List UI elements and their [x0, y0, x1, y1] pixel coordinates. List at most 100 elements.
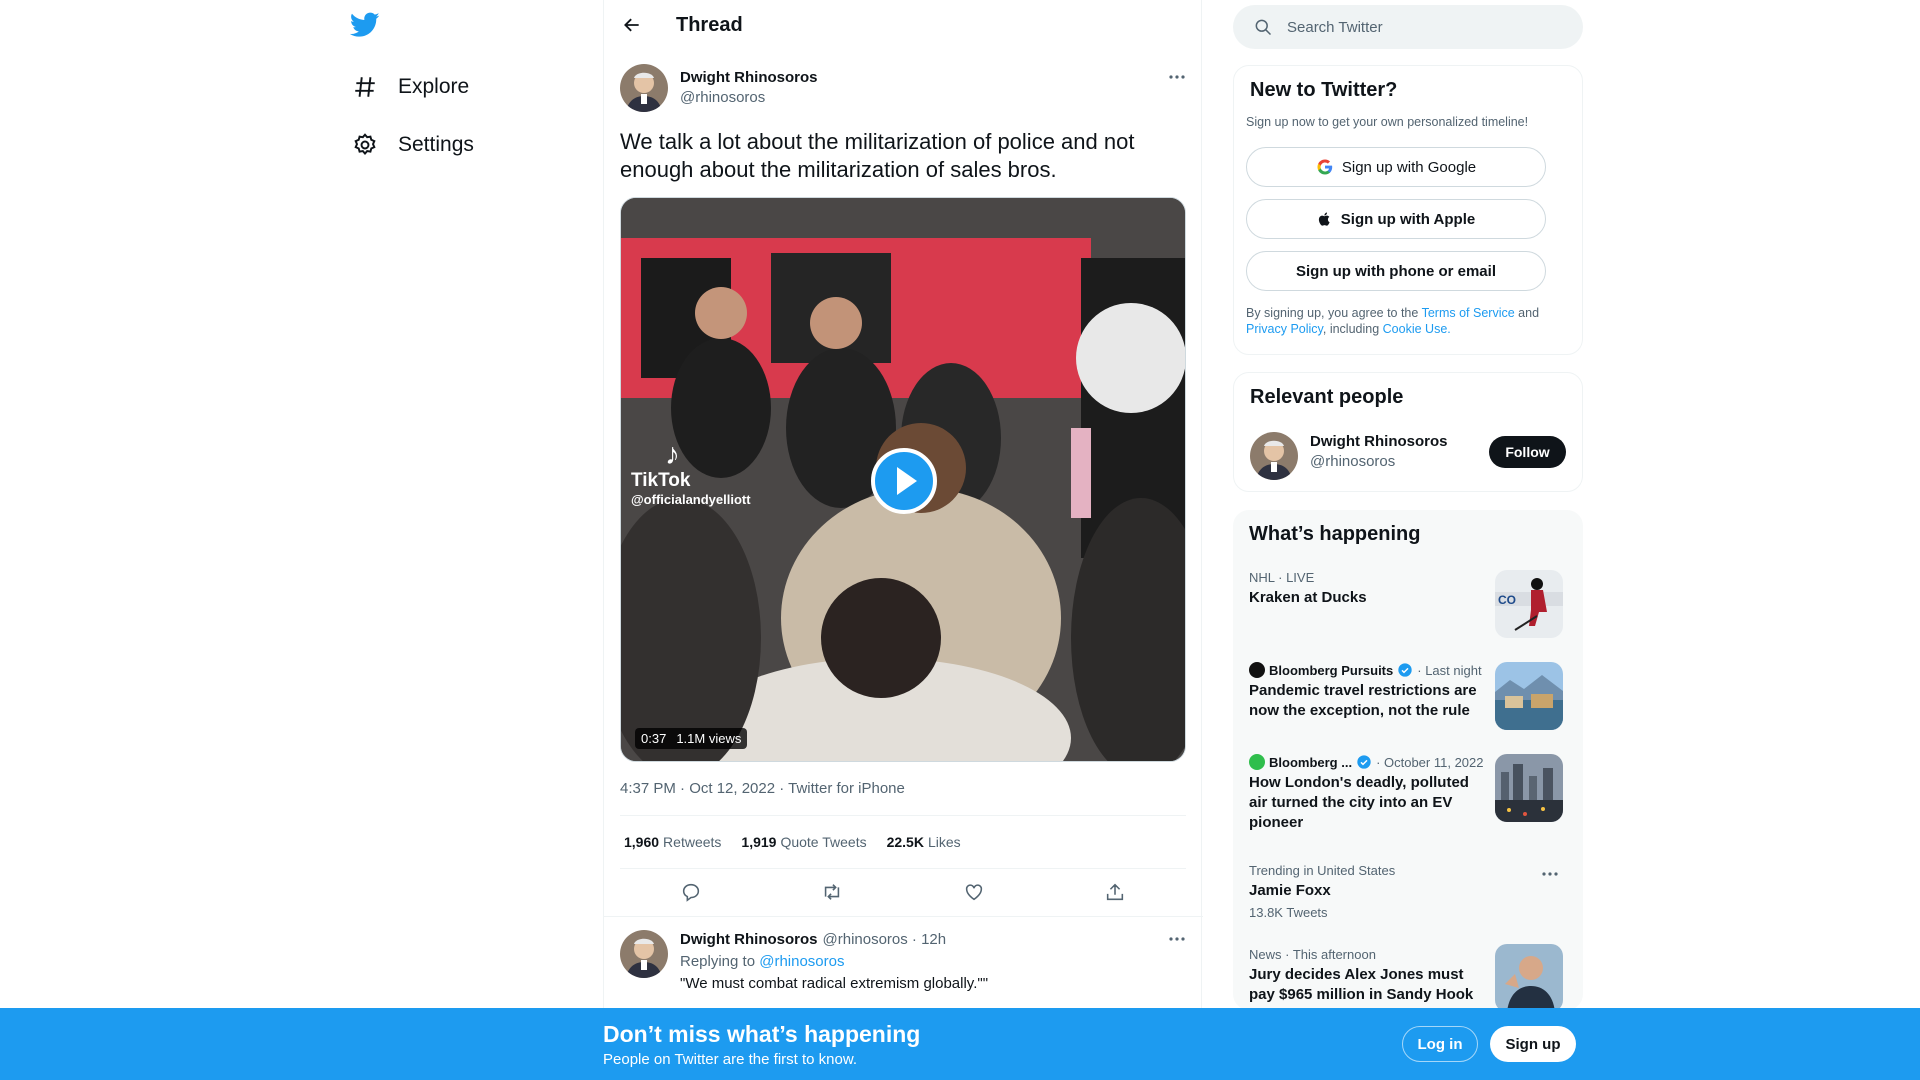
page-title: Thread: [676, 14, 743, 36]
reply-author-name[interactable]: Dwight Rhinosoros: [680, 931, 818, 948]
nav-explore[interactable]: Explore: [352, 67, 469, 107]
reply-handle-time[interactable]: @rhinosoros · 12h: [823, 931, 947, 948]
tiktok-watermark: ♪ TikTok @officialandyelliott: [631, 438, 751, 508]
signup-google-button[interactable]: Sign up with Google: [1246, 147, 1546, 187]
author-handle[interactable]: @rhinosoros: [680, 89, 765, 106]
login-button[interactable]: Log in: [1402, 1026, 1478, 1062]
new-to-twitter-subtitle: Sign up now to get your own personalized…: [1246, 115, 1529, 129]
tweet-text: We talk a lot about the militarization o…: [620, 129, 1135, 182]
divider: [604, 916, 1203, 917]
reply-more-options-icon[interactable]: [1166, 928, 1188, 950]
apple-icon: [1318, 212, 1330, 226]
divider: [620, 815, 1186, 816]
trend-time: · October 11, 2022: [1376, 754, 1484, 770]
whats-happening-title: What’s happening: [1249, 523, 1421, 545]
trend-more-options-icon[interactable]: [1539, 863, 1561, 885]
tiktok-note-icon: ♪: [665, 438, 680, 471]
retweets-stat[interactable]: 1,960 Retweets: [624, 834, 721, 850]
legal-text-1: By signing up, you agree to the: [1246, 306, 1419, 320]
quote-tweets-stat[interactable]: 1,919 Quote Tweets: [741, 834, 866, 850]
tiktok-label: TikTok: [631, 470, 691, 491]
verified-badge-icon: [1398, 663, 1412, 677]
whats-happening-card: What’s happening NHL · LIVE Kraken at Du…: [1233, 510, 1583, 1012]
play-icon: [897, 467, 917, 495]
search-icon: [1253, 17, 1273, 37]
trend-item[interactable]: Trending in United States Jamie Foxx 13.…: [1249, 863, 1569, 920]
signup-google-label: Sign up with Google: [1341, 158, 1477, 176]
bloomberg-green-icon: [1249, 754, 1265, 770]
reply-icon[interactable]: [680, 881, 702, 903]
svg-text:CO: CO: [1498, 593, 1516, 607]
share-icon[interactable]: [1104, 881, 1126, 903]
author-avatar[interactable]: [620, 64, 668, 112]
author-name[interactable]: Dwight Rhinosoros: [680, 69, 818, 86]
hashtag-icon: [352, 74, 378, 100]
video-info-badge: 0:37 1.1M views: [635, 728, 748, 749]
trend-title: Jamie Foxx: [1249, 882, 1331, 899]
trend-title: How London's deadly, polluted air turned…: [1249, 774, 1469, 831]
search-bar[interactable]: [1233, 5, 1583, 49]
replying-to: Replying to @rhinosoros: [680, 953, 844, 970]
back-arrow-icon[interactable]: [622, 15, 646, 39]
reply-header: Dwight Rhinosoros @rhinosoros · 12h: [680, 931, 946, 948]
bloomberg-pursuits-icon: [1249, 662, 1265, 678]
relevant-people-card: Relevant people Dwight Rhinosoros @rhino…: [1233, 372, 1583, 492]
play-button[interactable]: [871, 448, 937, 514]
signup-banner: Don’t miss what’s happening People on Tw…: [0, 1008, 1920, 1080]
trend-count: 13.8K Tweets: [1249, 905, 1328, 920]
signup-apple-label: Sign up with Apple: [1340, 210, 1476, 228]
trend-source: Bloomberg ...: [1269, 754, 1353, 770]
banner-subtitle: People on Twitter are the first to know.: [603, 1051, 858, 1068]
video-duration: 0:37: [641, 731, 667, 746]
gear-icon: [352, 132, 378, 158]
terms-link[interactable]: Terms of Service: [1422, 306, 1515, 320]
trend-time: · Last night: [1417, 662, 1482, 678]
relevant-person-handle[interactable]: @rhinosoros: [1310, 453, 1395, 470]
trend-thumbnail: CO: [1495, 570, 1563, 638]
new-to-twitter-title: New to Twitter?: [1250, 79, 1398, 101]
follow-button[interactable]: Follow: [1489, 436, 1566, 468]
signup-button[interactable]: Sign up: [1490, 1026, 1576, 1062]
verified-badge-icon: [1357, 755, 1371, 769]
nav-settings-label: Settings: [398, 133, 474, 156]
twitter-logo-icon[interactable]: [350, 12, 384, 44]
thread-column: Thread Dwight Rhinosoros @rhinosoros We …: [603, 0, 1203, 1080]
legal-text-3: , including: [1322, 322, 1380, 336]
trend-thumbnail: [1495, 754, 1563, 822]
reply-text: "We must combat radical extremism global…: [680, 975, 989, 992]
signup-apple-button[interactable]: Sign up with Apple: [1246, 199, 1546, 239]
nav-explore-label: Explore: [398, 75, 470, 98]
relevant-person-name[interactable]: Dwight Rhinosoros: [1310, 433, 1448, 450]
tweet-video[interactable]: ♪ TikTok @officialandyelliott 0:37 1.1M …: [620, 197, 1186, 762]
like-icon[interactable]: [963, 881, 985, 903]
privacy-link[interactable]: Privacy Policy: [1246, 322, 1323, 336]
tiktok-user: @officialandyelliott: [631, 492, 751, 507]
legal-text-2: and: [1518, 306, 1540, 320]
retweet-icon[interactable]: [821, 881, 843, 903]
trend-title: Pandemic travel restrictions are now the…: [1249, 682, 1477, 719]
more-options-icon[interactable]: [1166, 66, 1188, 88]
trend-title: Jury decides Alex Jones must pay $965 mi…: [1249, 966, 1474, 1003]
likes-stat[interactable]: 22.5K Likes: [887, 834, 961, 850]
tweet-timestamp[interactable]: 4:37 PM · Oct 12, 2022 · Twitter for iPh…: [620, 780, 905, 797]
trend-source: Bloomberg Pursuits: [1269, 662, 1394, 678]
divider: [620, 868, 1186, 869]
nav-settings[interactable]: Settings: [352, 125, 474, 165]
video-views: 1.1M views: [676, 731, 742, 746]
trend-category: Trending in United States: [1249, 863, 1396, 878]
google-icon: [1317, 159, 1333, 175]
tweet-stats: 1,960 Retweets 1,919 Quote Tweets 22.5K Lik…: [624, 834, 961, 850]
relevant-person-avatar[interactable]: [1250, 432, 1298, 480]
new-to-twitter-card: New to Twitter? Sign up now to get your …: [1233, 65, 1583, 355]
replying-to-link[interactable]: @rhinosoros: [759, 953, 844, 970]
trend-thumbnail: [1495, 944, 1563, 1012]
reply-author-avatar[interactable]: [620, 930, 668, 978]
search-input[interactable]: [1287, 18, 1547, 36]
relevant-people-title: Relevant people: [1250, 386, 1404, 408]
signup-legal-text: By signing up, you agree to the Terms of…: [1246, 305, 1566, 337]
banner-title: Don’t miss what’s happening: [603, 1021, 921, 1047]
trend-thumbnail: [1495, 662, 1563, 730]
cookie-link[interactable]: Cookie Use.: [1383, 322, 1451, 336]
signup-phone-button[interactable]: Sign up with phone or email: [1246, 251, 1546, 291]
replying-prefix: Replying to: [680, 953, 756, 970]
